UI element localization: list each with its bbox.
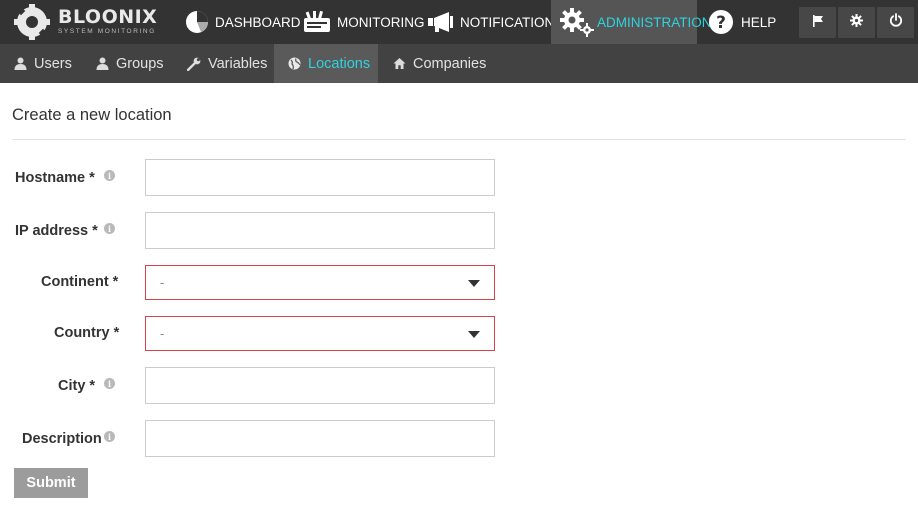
bloonix-logo-icon bbox=[14, 4, 54, 40]
svg-text:?: ? bbox=[716, 13, 726, 33]
description-label: Description bbox=[22, 431, 102, 447]
megaphone-icon bbox=[427, 11, 455, 33]
ip-address-info-icon[interactable]: i bbox=[104, 223, 115, 234]
continent-selected-value: - bbox=[160, 275, 165, 290]
hostname-label: Hostname * bbox=[15, 170, 95, 186]
gears-icon bbox=[559, 7, 595, 37]
flag-icon bbox=[812, 14, 824, 32]
country-label: Country * bbox=[54, 325, 120, 341]
city-input[interactable] bbox=[145, 367, 495, 404]
subnav-companies[interactable]: Companies bbox=[393, 44, 486, 83]
user-icon bbox=[96, 57, 109, 70]
top-navbar: BLOONIX SYSTEM MONITORING DASHBOARD MONI… bbox=[0, 0, 918, 44]
subnav-groups-label: Groups bbox=[116, 55, 164, 72]
subnav-users[interactable]: Users bbox=[14, 44, 72, 83]
subnav-groups[interactable]: Groups bbox=[96, 44, 164, 83]
brand-name: BLOONIX bbox=[58, 6, 158, 29]
description-info-icon[interactable]: i bbox=[104, 431, 115, 442]
subnav-variables-label: Variables bbox=[208, 55, 268, 72]
page-title: Create a new location bbox=[12, 106, 172, 124]
question-circle-icon: ? bbox=[708, 9, 734, 35]
chevron-down-icon bbox=[468, 280, 480, 287]
power-icon bbox=[889, 13, 903, 32]
nav-help[interactable]: ? HELP bbox=[708, 0, 776, 44]
city-label: City * bbox=[58, 378, 96, 394]
subnav-companies-label: Companies bbox=[413, 55, 487, 72]
ip-address-input[interactable] bbox=[145, 212, 495, 249]
logout-button[interactable] bbox=[877, 7, 914, 38]
nav-monitoring-label: MONITORING bbox=[337, 14, 425, 30]
description-input[interactable] bbox=[145, 420, 495, 457]
brand-tagline: SYSTEM MONITORING bbox=[58, 28, 156, 36]
pie-chart-icon bbox=[184, 9, 210, 35]
nav-administration[interactable]: ADMINISTRATION bbox=[551, 0, 712, 44]
subnav-locations[interactable]: Locations bbox=[274, 44, 378, 83]
nav-notifications[interactable]: NOTIFICATIONS bbox=[427, 0, 563, 44]
hostname-input[interactable] bbox=[145, 159, 495, 196]
nav-notifications-label: NOTIFICATIONS bbox=[460, 14, 564, 30]
city-info-icon[interactable]: i bbox=[104, 378, 115, 389]
user-icon bbox=[14, 57, 27, 70]
country-selected-value: - bbox=[160, 326, 165, 341]
bloonix-logo[interactable]: BLOONIX SYSTEM MONITORING bbox=[14, 4, 157, 40]
subnav-variables[interactable]: Variables bbox=[187, 44, 267, 83]
nav-dashboard-label: DASHBOARD bbox=[215, 14, 301, 30]
nav-administration-label: ADMINISTRATION bbox=[597, 14, 712, 30]
chevron-down-icon bbox=[468, 331, 480, 338]
sub-navbar: Users Groups Variables Locations Compani… bbox=[0, 44, 918, 83]
flag-button[interactable] bbox=[799, 7, 836, 38]
continent-select[interactable]: - bbox=[145, 265, 495, 300]
globe-icon bbox=[288, 57, 301, 70]
nav-monitoring[interactable]: MONITORING bbox=[302, 0, 425, 44]
subnav-locations-label: Locations bbox=[308, 55, 371, 72]
country-select[interactable]: - bbox=[145, 316, 495, 351]
home-icon bbox=[393, 57, 406, 70]
ip-address-label: IP address * bbox=[15, 223, 98, 239]
wrench-icon bbox=[187, 57, 201, 71]
gear-icon bbox=[850, 13, 863, 32]
nav-dashboard[interactable]: DASHBOARD bbox=[184, 0, 301, 44]
monitoring-icon bbox=[302, 10, 332, 34]
continent-label: Continent * bbox=[41, 274, 119, 290]
nav-help-label: HELP bbox=[741, 14, 777, 30]
title-divider bbox=[12, 139, 906, 140]
submit-button[interactable]: Submit bbox=[14, 468, 88, 498]
hostname-info-icon[interactable]: i bbox=[104, 170, 115, 181]
subnav-users-label: Users bbox=[34, 55, 72, 72]
settings-button[interactable] bbox=[838, 7, 875, 38]
